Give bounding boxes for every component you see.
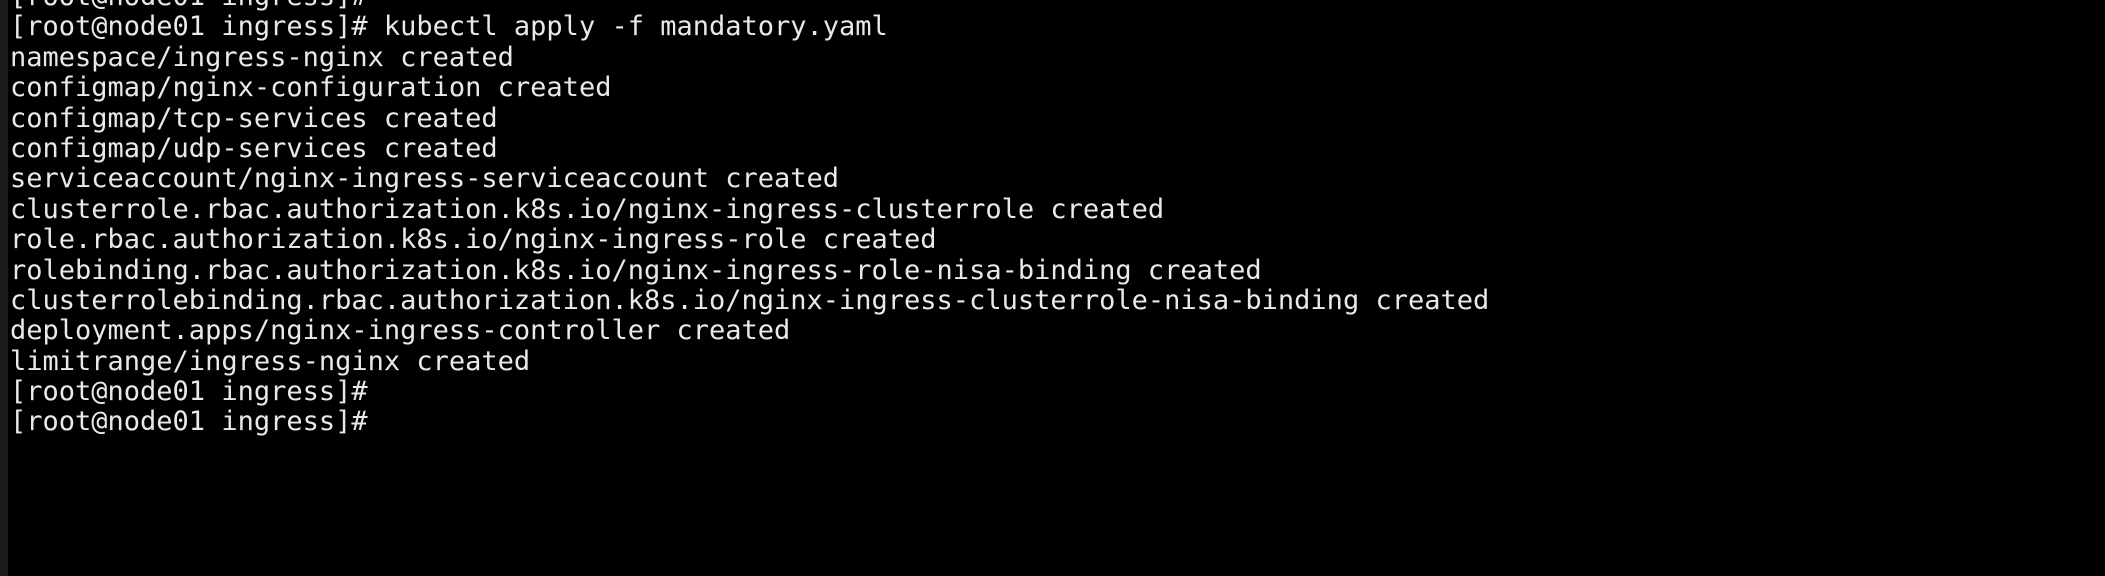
terminal-line: clusterrole.rbac.authorization.k8s.io/ng… bbox=[10, 193, 1165, 225]
terminal-line: role.rbac.authorization.k8s.io/nginx-ing… bbox=[10, 224, 937, 256]
terminal-output-area[interactable]: [root@node01 ingress]#[root@node01 ingre… bbox=[10, 0, 2105, 438]
terminal-line: limitrange/ingress-nginx created bbox=[10, 345, 531, 377]
terminal-line: clusterrolebinding.rbac.authorization.k8… bbox=[10, 284, 1490, 316]
terminal-line: [root@node01 ingress]# bbox=[10, 406, 368, 438]
terminal-left-gutter bbox=[0, 0, 8, 576]
terminal-window[interactable]: [root@node01 ingress]#[root@node01 ingre… bbox=[0, 0, 2105, 576]
terminal-line: configmap/udp-services created bbox=[10, 132, 498, 164]
terminal-line: deployment.apps/nginx-ingress-controller… bbox=[10, 315, 791, 347]
terminal-line: [root@node01 ingress]# bbox=[10, 376, 368, 408]
terminal-line: configmap/tcp-services created bbox=[10, 102, 498, 134]
terminal-line: serviceaccount/nginx-ingress-serviceacco… bbox=[10, 163, 840, 195]
terminal-line: namespace/ingress-nginx created bbox=[10, 41, 514, 73]
terminal-line: rolebinding.rbac.authorization.k8s.io/ng… bbox=[10, 254, 1262, 286]
terminal-line: configmap/nginx-configuration created bbox=[10, 72, 612, 104]
terminal-line: [root@node01 ingress]# kubectl apply -f … bbox=[10, 11, 888, 43]
